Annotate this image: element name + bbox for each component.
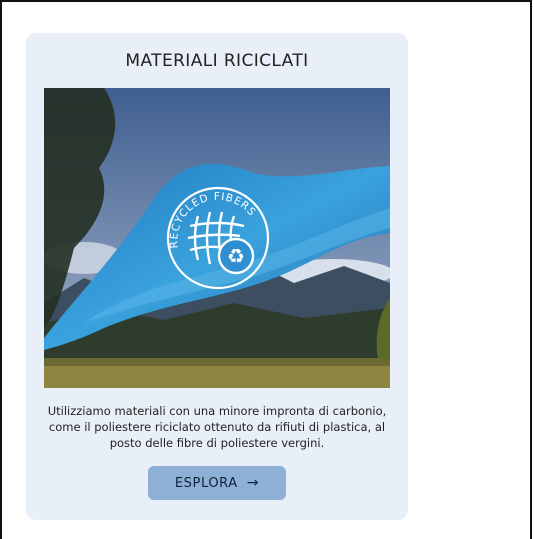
recycled-materials-card: MATERIALI RICICLATI ♻ RECYCLED FIBERS Ut… <box>26 33 408 520</box>
description-line: Utilizziamo materiali con una minore imp… <box>47 404 387 418</box>
explore-button[interactable]: ESPLORA → <box>148 466 286 500</box>
svg-text:♻: ♻ <box>227 244 245 268</box>
arrow-right-icon: → <box>246 475 260 491</box>
description-line: come il poliestere riciclato ottenuto da… <box>48 420 386 434</box>
recycled-fibers-image: ♻ RECYCLED FIBERS <box>44 88 390 388</box>
explore-button-label: ESPLORA <box>174 475 238 491</box>
card-description: Utilizziamo materiali con una minore imp… <box>36 403 398 451</box>
card-title: MATERIALI RICICLATI <box>125 51 309 71</box>
description-line: posto delle fibre di poliestere vergini. <box>109 436 325 450</box>
